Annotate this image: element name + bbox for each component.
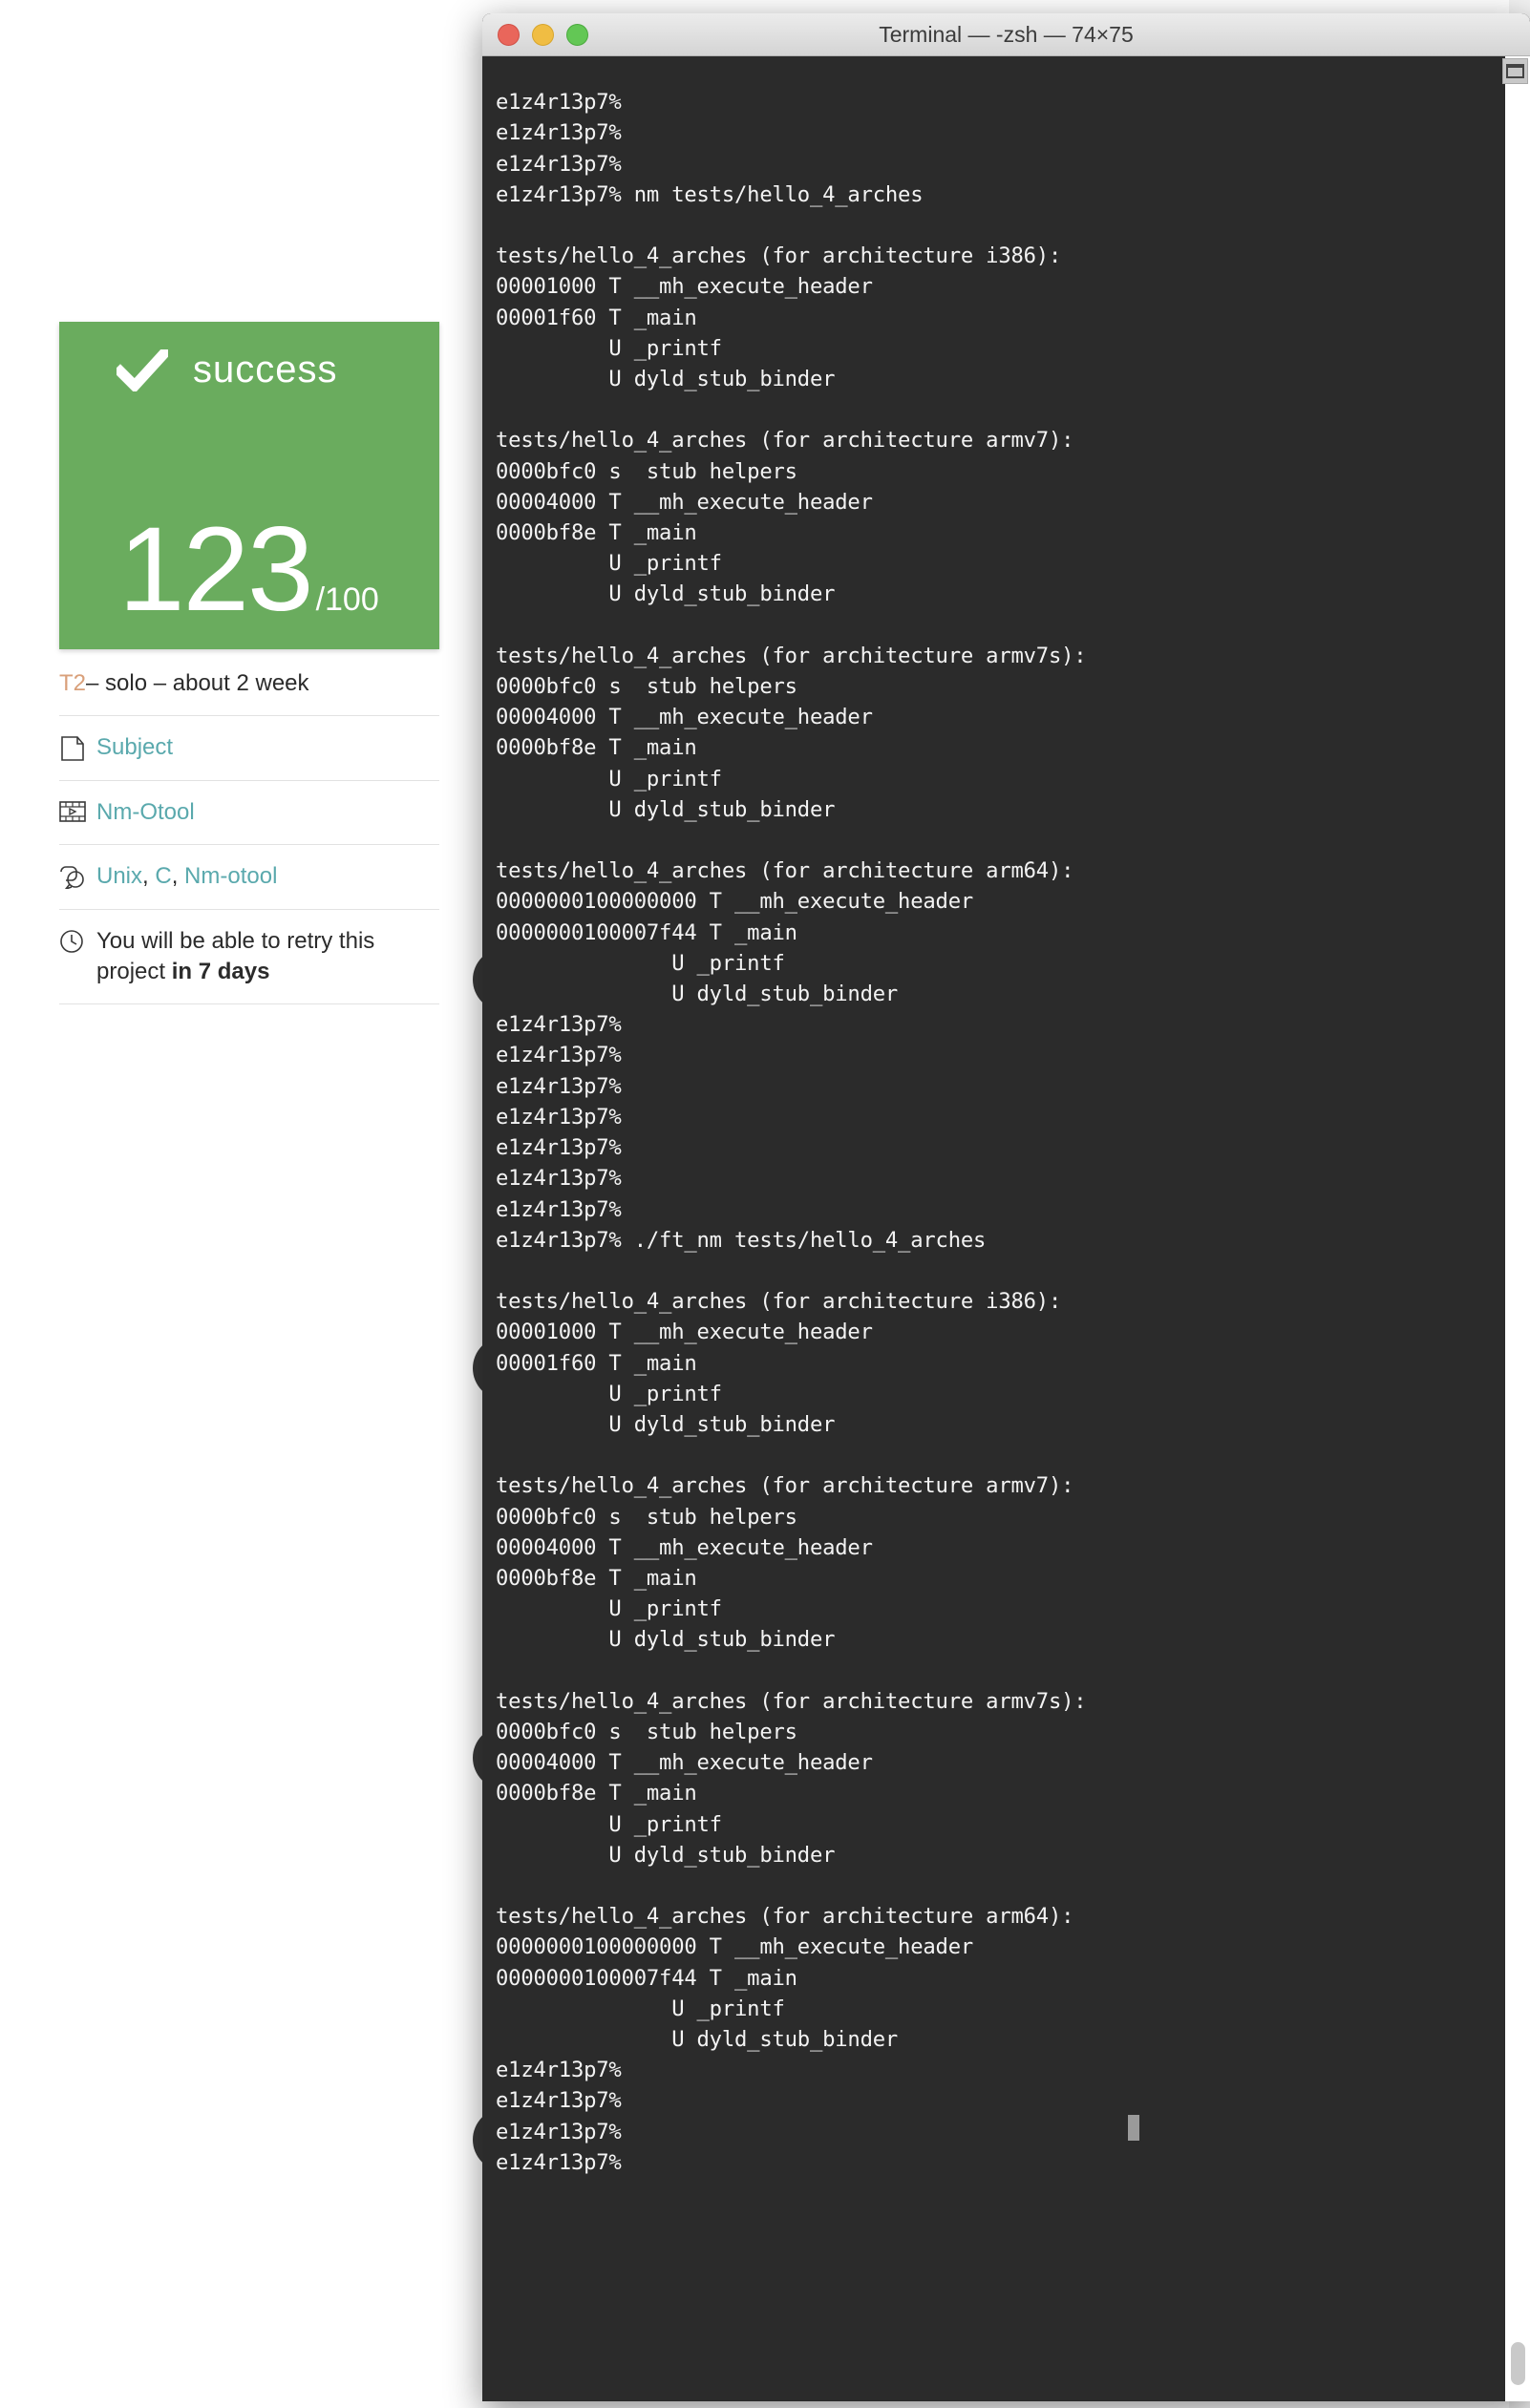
terminal-window[interactable]: Terminal — -zsh — 74×75 e1z4r13p7% e1z4r… [482,13,1530,2401]
sidebar-item-label: Subject [96,734,174,761]
project-meta-list: T2 – solo – about 2 week Subject Nm-Otoo… [59,668,439,1005]
check-icon [117,349,168,391]
speech-bubbles-icon [59,864,88,891]
term-detail: – solo – about 2 week [86,670,309,696]
zoom-button[interactable] [566,23,588,46]
status-badge: success [193,349,338,391]
sidebar-item-subject[interactable]: Subject [59,716,439,781]
score-row: 123 /100 [118,503,379,636]
terminal-cursor [1128,2115,1139,2141]
project-result-card: success 123 /100 [59,322,439,649]
sidebar-item-nm-otool[interactable]: Nm-Otool [59,781,439,846]
film-strip-icon [59,800,88,827]
sidebar-item-label: Nm-Otool [96,798,195,825]
skill-tag-nm-otool[interactable]: Nm-otool [184,863,277,889]
terminal-output: e1z4r13p7% e1z4r13p7% e1z4r13p7% e1z4r13… [496,90,1087,2175]
terminal-scrollbar[interactable] [1502,56,1530,2401]
skill-tag-c[interactable]: C [155,863,171,889]
retry-notice: You will be able to retry this project i… [59,910,439,1005]
close-button[interactable] [498,23,520,46]
project-term-row: T2 – solo – about 2 week [59,668,439,717]
terminal-title: Terminal — -zsh — 74×75 [879,21,1134,47]
scrollbar-thumb[interactable] [1511,2342,1525,2385]
retry-emphasis: in 7 days [171,958,270,984]
subject-document-icon [59,735,88,762]
retry-text: You will be able to retry this project i… [96,926,439,988]
minimize-button[interactable] [532,23,554,46]
window-controls[interactable] [498,23,588,46]
skill-tag-unix[interactable]: Unix [96,863,142,889]
terminal-body[interactable]: e1z4r13p7% e1z4r13p7% e1z4r13p7% e1z4r13… [482,56,1530,2401]
skills-tags: Unix, C, Nm-otool [96,863,278,890]
score-value: 123 [118,503,314,636]
score-max: /100 [315,581,379,618]
term-label: T2 [59,670,87,696]
terminal-titlebar[interactable]: Terminal — -zsh — 74×75 [482,13,1530,56]
hamburger-bars-icon [1506,64,1524,78]
terminal-menu-icon[interactable] [1502,58,1528,84]
clock-icon [59,929,88,956]
sidebar-item-skills[interactable]: Unix, C, Nm-otool [59,845,439,910]
